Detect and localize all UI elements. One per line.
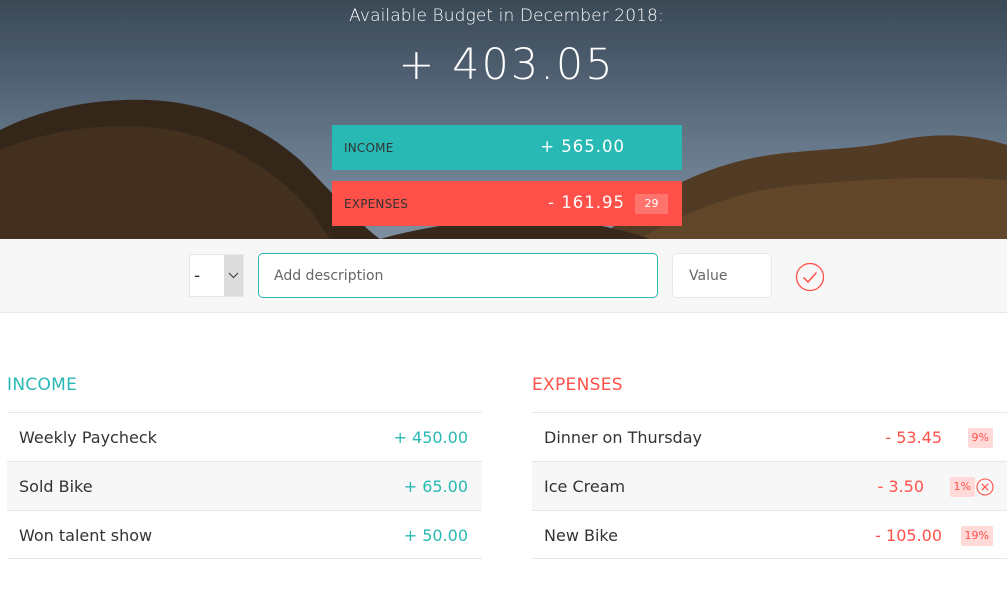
expense-item-percentage: 9% xyxy=(967,428,993,448)
income-list-title: INCOME xyxy=(7,375,78,395)
check-circle-icon xyxy=(795,262,825,292)
value-input[interactable] xyxy=(672,253,772,298)
expense-item-value: - 53.45 xyxy=(885,428,942,447)
budget-value: + 403.05 xyxy=(398,40,615,90)
income-list: Weekly Paycheck + 450.00 Sold Bike + 65.… xyxy=(7,412,482,559)
expense-item-value: - 3.50 xyxy=(877,477,924,496)
add-button[interactable] xyxy=(795,262,825,292)
income-item-description: Weekly Paycheck xyxy=(19,428,157,447)
income-item-description: Won talent show xyxy=(19,526,153,545)
expense-item-description: Dinner on Thursday xyxy=(544,428,702,447)
expense-item[interactable]: Dinner on Thursday - 53.45 9% xyxy=(532,412,1007,461)
close-circle-icon xyxy=(976,478,994,496)
income-summary-percentage xyxy=(635,138,668,158)
income-summary: INCOME + 565.00 xyxy=(332,125,682,170)
type-select-value: - xyxy=(194,266,201,286)
expense-item[interactable]: New Bike - 105.00 19% xyxy=(532,510,1007,559)
expense-item-value: - 105.00 xyxy=(875,526,942,545)
expense-item-description: New Bike xyxy=(544,526,618,545)
income-item-description: Sold Bike xyxy=(19,477,93,496)
income-item[interactable]: Weekly Paycheck + 450.00 xyxy=(7,412,482,461)
expense-item-percentage: 1% xyxy=(949,477,975,497)
expense-item[interactable]: Ice Cream - 3.50 1% xyxy=(532,461,1007,510)
budget-header: Available Budget in December 2018: + 403… xyxy=(0,0,1007,239)
expenses-summary-value: - 161.95 xyxy=(548,193,625,212)
expenses-summary-percentage: 29 xyxy=(635,194,668,214)
delete-item-button[interactable] xyxy=(976,478,994,496)
chevron-down-icon xyxy=(224,255,243,296)
expense-item-description: Ice Cream xyxy=(544,477,626,496)
income-item-value: + 65.00 xyxy=(403,477,468,496)
expenses-summary-label: EXPENSES xyxy=(344,197,409,211)
type-select[interactable]: - xyxy=(189,254,244,297)
description-input[interactable] xyxy=(258,253,658,298)
budget-title: Available Budget in December 2018: xyxy=(349,6,664,26)
expenses-summary: EXPENSES - 161.95 29 xyxy=(332,181,682,226)
expenses-list: Dinner on Thursday - 53.45 9% Ice Cream … xyxy=(532,412,1007,559)
income-summary-value: + 565.00 xyxy=(540,137,625,156)
income-item[interactable]: Won talent show + 50.00 xyxy=(7,510,482,559)
expenses-list-title: EXPENSES xyxy=(532,375,623,395)
expense-item-percentage: 19% xyxy=(960,526,993,546)
income-item-value: + 50.00 xyxy=(403,526,468,545)
income-item-value: + 450.00 xyxy=(393,428,468,447)
income-item[interactable]: Sold Bike + 65.00 xyxy=(7,461,482,510)
add-item-bar: - xyxy=(0,239,1007,313)
income-summary-label: INCOME xyxy=(344,141,394,155)
